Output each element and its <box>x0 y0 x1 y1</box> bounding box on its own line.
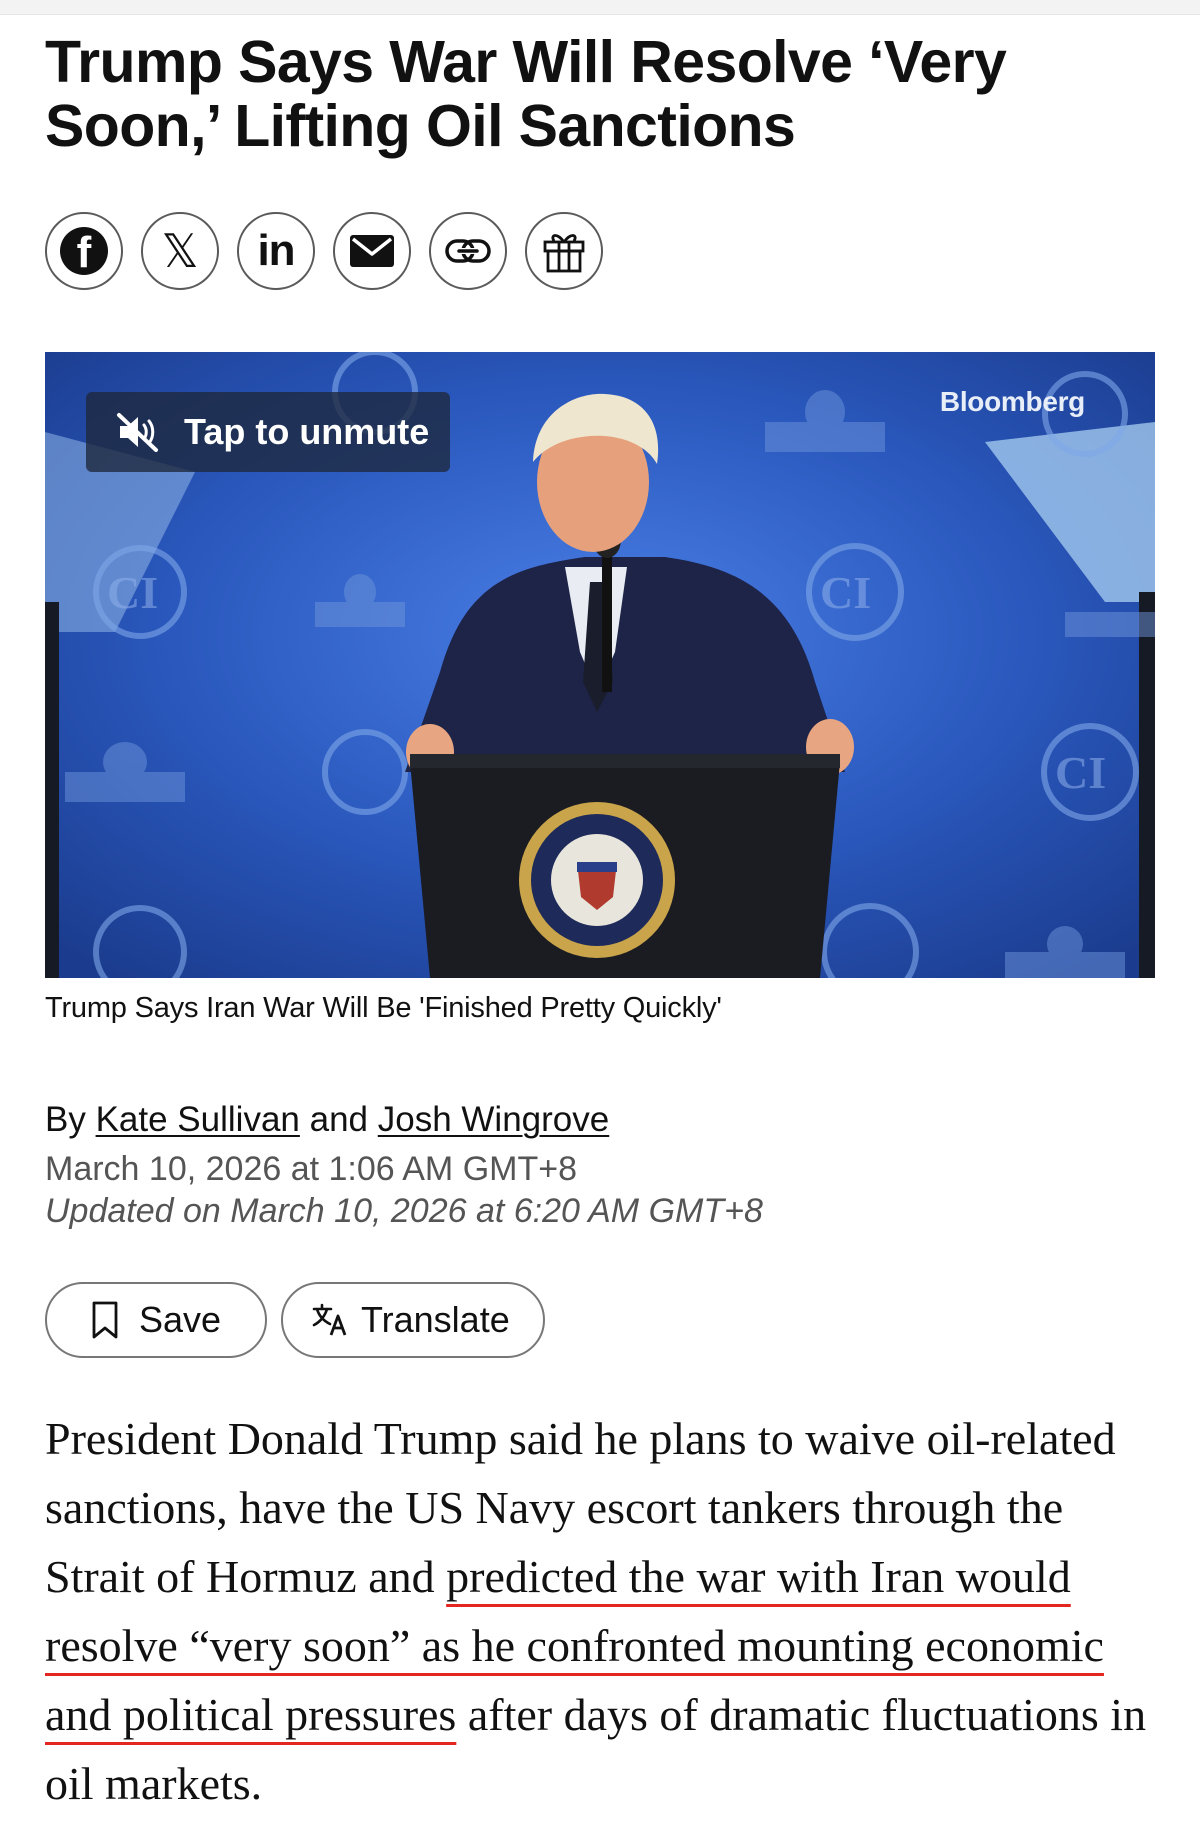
byline: By Kate Sullivan and Josh Wingrove <box>45 1100 609 1140</box>
linkedin-icon: in <box>257 226 295 275</box>
translate-icon <box>312 1303 347 1336</box>
muted-speaker-icon <box>117 413 158 452</box>
link-icon <box>445 239 491 263</box>
share-x-button[interactable]: 𝕏 <box>141 212 219 290</box>
save-button[interactable]: Save <box>45 1282 267 1358</box>
share-linkedin-button[interactable]: in <box>237 212 315 290</box>
save-label: Save <box>139 1299 222 1340</box>
ci-logo-text: CI <box>1055 747 1106 798</box>
article-lead-paragraph: President Donald Trump said he plans to … <box>45 1404 1165 1818</box>
byline-prefix: By <box>45 1100 96 1139</box>
email-icon <box>350 235 394 267</box>
translate-label: Translate <box>361 1299 510 1340</box>
video-caption: Trump Says Iran War Will Be 'Finished Pr… <box>45 992 722 1024</box>
bloomberg-watermark: Bloomberg <box>939 386 1085 417</box>
unmute-label: Tap to unmute <box>184 411 430 452</box>
gift-icon <box>543 234 585 273</box>
ci-logo-text: CI <box>107 567 158 618</box>
article-headline: Trump Says War Will Resolve ‘Very Soon,’… <box>45 29 1007 159</box>
share-email-button[interactable] <box>333 212 411 290</box>
bookmark-icon <box>92 1301 118 1339</box>
tap-to-unmute-button[interactable]: Tap to unmute <box>86 392 450 472</box>
author-link-josh-wingrove[interactable]: Josh Wingrove <box>378 1100 609 1139</box>
top-divider <box>0 0 1200 15</box>
translate-button[interactable]: Translate <box>281 1282 545 1358</box>
byline-conjunction: and <box>299 1100 378 1139</box>
share-facebook-button[interactable]: f <box>45 212 123 290</box>
share-bar: f 𝕏 in <box>45 212 621 296</box>
facebook-icon: f <box>60 227 108 275</box>
copy-link-button[interactable] <box>429 212 507 290</box>
publish-date: March 10, 2026 at 1:06 AM GMT+8 <box>45 1150 577 1188</box>
ci-logo-text: CI <box>820 567 871 618</box>
x-icon: 𝕏 <box>161 224 199 278</box>
video-player[interactable]: CI CI CI Tap to unmute Bloomberg <box>45 352 1155 978</box>
gift-article-button[interactable] <box>525 212 603 290</box>
updated-date: Updated on March 10, 2026 at 6:20 AM GMT… <box>45 1192 763 1230</box>
author-link-kate-sullivan[interactable]: Kate Sullivan <box>96 1100 300 1139</box>
